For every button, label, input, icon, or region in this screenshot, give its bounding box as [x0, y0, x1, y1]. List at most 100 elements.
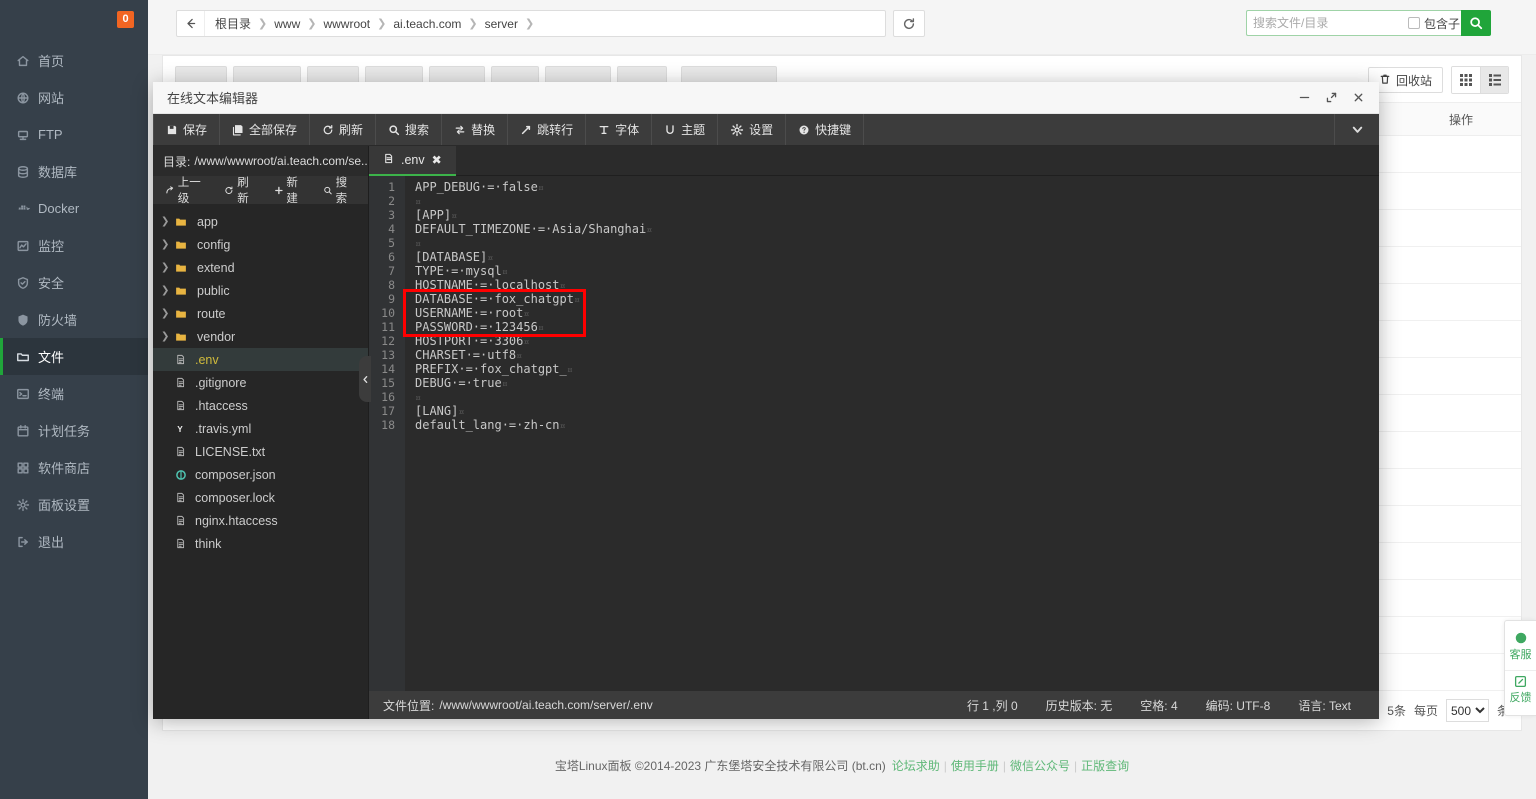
sidebar-item-5[interactable]: Docker — [0, 190, 148, 227]
search-submit-button[interactable] — [1461, 10, 1491, 36]
code-line-text[interactable]: PREFIX·=·fox_chatgpt_¤ — [405, 362, 573, 376]
sidebar-item-10[interactable]: 终端 — [0, 375, 148, 412]
tree-file-node[interactable]: .htaccess — [153, 394, 368, 417]
minimize-icon[interactable] — [1298, 91, 1311, 104]
footer-link-4[interactable]: 正版查询 — [1081, 759, 1129, 773]
sidebar-item-11[interactable]: 计划任务 — [0, 412, 148, 449]
editor-toolbar-button-2[interactable]: 全部保存 — [220, 114, 311, 145]
editor-toolbar-button-1[interactable]: 保存 — [153, 114, 221, 145]
grid-view-icon[interactable] — [1452, 67, 1480, 93]
code-line-text[interactable]: default_lang·=·zh-cn¤ — [405, 418, 566, 432]
chevron-left-icon[interactable] — [359, 356, 371, 402]
editor-toolbar-button-6[interactable]: 跳转行 — [508, 114, 587, 145]
code-line-text[interactable]: [LANG]¤ — [405, 404, 464, 418]
tree-file-node[interactable]: composer.json — [153, 463, 368, 486]
chevron-right-icon[interactable]: ❯ — [161, 285, 175, 296]
editor-toolbar-button-8[interactable]: 主题 — [652, 114, 719, 145]
sidebar-item-14[interactable]: 退出 — [0, 523, 148, 560]
maximize-icon[interactable] — [1325, 91, 1338, 104]
tree-file-node[interactable]: LICENSE.txt — [153, 440, 368, 463]
code-line-text[interactable]: DATABASE·=·fox_chatgpt¤ — [405, 292, 580, 306]
code-line-text[interactable]: DEBUG·=·true¤ — [405, 376, 508, 390]
editor-toolbar-button-4[interactable]: 搜索 — [376, 114, 443, 145]
tree-search-button[interactable]: 搜索 — [317, 174, 362, 206]
per-page-select[interactable]: 102050100200500 — [1445, 699, 1489, 722]
list-view-icon[interactable] — [1480, 67, 1508, 93]
chevron-right-icon[interactable]: ❯ — [161, 331, 175, 342]
status-language[interactable]: 语言: Text — [1284, 697, 1365, 714]
tree-new-button[interactable]: 新建 — [268, 174, 313, 206]
notification-badge[interactable]: 0 — [117, 11, 134, 28]
feedback-button[interactable]: 反馈 — [1505, 670, 1536, 709]
code-line-text[interactable]: ¤ — [405, 194, 421, 208]
close-icon[interactable] — [1352, 91, 1365, 104]
chevron-right-icon[interactable]: ❯ — [161, 216, 175, 227]
code-line-text[interactable]: PASSWORD·=·123456¤ — [405, 320, 544, 334]
editor-toolbar-button-5[interactable]: 替换 — [442, 114, 509, 145]
close-icon[interactable]: ✖ — [432, 153, 442, 167]
tree-file-node[interactable]: Y .travis.yml — [153, 417, 368, 440]
sidebar-item-3[interactable]: FTP — [0, 116, 148, 153]
tree-file-node[interactable]: composer.lock — [153, 486, 368, 509]
footer-link-1[interactable]: 论坛求助 — [892, 759, 940, 773]
recycle-bin-button[interactable]: 回收站 — [1367, 67, 1443, 93]
customer-service-button[interactable]: 客服 — [1505, 627, 1536, 666]
refresh-icon[interactable] — [893, 10, 925, 37]
code-line-text[interactable]: [DATABASE]¤ — [405, 250, 493, 264]
tree-file-node[interactable]: think — [153, 532, 368, 555]
code-line-text[interactable]: ¤ — [405, 236, 421, 250]
code-editor[interactable]: 1 APP_DEBUG·=·false¤ 2 ¤ 3 [APP]¤ 4 DEFAULT_TIM… — [369, 176, 1379, 691]
sidebar-item-4[interactable]: 数据库 — [0, 153, 148, 190]
tree-folder-node[interactable]: ❯ route — [153, 302, 368, 325]
breadcrumb-item-4[interactable]: ai.teach.com — [393, 17, 461, 31]
code-line-text[interactable]: APP_DEBUG·=·false¤ — [405, 180, 544, 194]
editor-toolbar-button-3[interactable]: 刷新 — [310, 114, 377, 145]
breadcrumb-item-2[interactable]: www — [274, 17, 300, 31]
status-encoding[interactable]: 编码: UTF-8 — [1192, 697, 1285, 714]
tree-folder-node[interactable]: ❯ config — [153, 233, 368, 256]
tree-folder-node[interactable]: ❯ public — [153, 279, 368, 302]
sidebar-item-12[interactable]: 软件商店 — [0, 449, 148, 486]
tree-folder-node[interactable]: ❯ app — [153, 210, 368, 233]
tree-folder-node[interactable]: ❯ vendor — [153, 325, 368, 348]
code-line-text[interactable]: DEFAULT_TIMEZONE·=·Asia/Shanghai¤ — [405, 222, 652, 236]
editor-toolbar-button-10[interactable]: 快捷键 — [786, 114, 865, 145]
tree-up-button[interactable]: 上一级 — [159, 174, 214, 206]
breadcrumb-item-3[interactable]: wwwroot — [323, 17, 370, 31]
status-history[interactable]: 历史版本: 无 — [1032, 697, 1127, 714]
sidebar-item-2[interactable]: 网站 — [0, 79, 148, 116]
editor-title-bar[interactable]: 在线文本编辑器 — [153, 82, 1379, 114]
sidebar-item-13[interactable]: 面板设置 — [0, 486, 148, 523]
tree-file-node[interactable]: .env — [153, 348, 368, 371]
chevron-right-icon[interactable]: ❯ — [161, 308, 175, 319]
chevron-down-icon[interactable] — [1335, 114, 1379, 145]
status-indent[interactable]: 空格: 4 — [1126, 697, 1191, 714]
tree-folder-node[interactable]: ❯ extend — [153, 256, 368, 279]
code-line-text[interactable]: [APP]¤ — [405, 208, 457, 222]
tree-refresh-button[interactable]: 刷新 — [218, 174, 263, 206]
code-line-text[interactable]: HOSTPORT·=·3306¤ — [405, 334, 529, 348]
checkbox-square-icon[interactable] — [1408, 17, 1420, 29]
tree-file-node[interactable]: .gitignore — [153, 371, 368, 394]
breadcrumb-item-1[interactable]: 根目录 — [215, 15, 251, 32]
code-line-text[interactable]: TYPE·=·mysql¤ — [405, 264, 508, 278]
arrow-left-icon[interactable] — [177, 11, 205, 36]
editor-toolbar-button-9[interactable]: 设置 — [718, 114, 787, 145]
editor-toolbar-button-7[interactable]: 字体 — [586, 114, 653, 145]
sidebar-item-1[interactable]: 首页 — [0, 42, 148, 79]
tree-file-node[interactable]: nginx.htaccess — [153, 509, 368, 532]
code-line-text[interactable]: CHARSET·=·utf8¤ — [405, 348, 522, 362]
sidebar-item-8[interactable]: 防火墙 — [0, 301, 148, 338]
chevron-right-icon[interactable]: ❯ — [161, 239, 175, 250]
code-line-text[interactable]: USERNAME·=·root¤ — [405, 306, 529, 320]
breadcrumb-item-5[interactable]: server — [485, 17, 518, 31]
code-line-text[interactable]: ¤ — [405, 390, 421, 404]
footer-link-3[interactable]: 微信公众号 — [1010, 759, 1070, 773]
footer-link-2[interactable]: 使用手册 — [951, 759, 999, 773]
sidebar-item-7[interactable]: 安全 — [0, 264, 148, 301]
sidebar-item-6[interactable]: 监控 — [0, 227, 148, 264]
sidebar-item-9[interactable]: 文件 — [0, 338, 148, 375]
tab-env[interactable]: .env ✖ — [369, 146, 456, 176]
code-line-text[interactable]: HOSTNAME·=·localhost¤ — [405, 278, 566, 292]
chevron-right-icon[interactable]: ❯ — [161, 262, 175, 273]
